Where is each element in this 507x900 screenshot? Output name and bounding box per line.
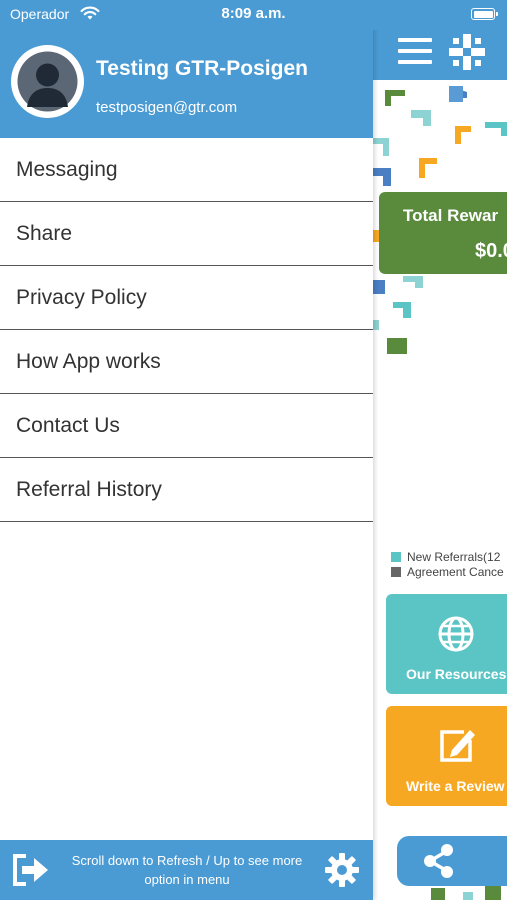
globe-icon	[438, 616, 474, 652]
user-name: Testing GTR-Posigen	[96, 57, 308, 80]
status-bar: Operador 8:09 a.m.	[0, 0, 507, 30]
legend-swatch	[391, 567, 401, 577]
drawer-menu: Messaging Share Privacy Policy How App w…	[0, 138, 373, 522]
share-icon	[424, 844, 453, 878]
menu-item-how-app-works[interactable]: How App works	[0, 330, 373, 394]
total-rewards-title: Total Rewar	[403, 206, 499, 225]
chart-legend: New Referrals(12 Agreement Cance	[391, 550, 504, 580]
menu-item-share[interactable]: Share	[0, 202, 373, 266]
refresh-hint: Scroll down to Refresh / Up to see more …	[52, 851, 322, 889]
logout-icon[interactable]	[12, 854, 50, 886]
drawer-footer: Scroll down to Refresh / Up to see more …	[0, 840, 373, 900]
total-rewards-amount: $0.0	[475, 240, 507, 262]
battery-icon	[471, 8, 498, 20]
legend-item: Agreement Cance	[391, 565, 504, 580]
our-resources-label: Our Resources	[406, 666, 507, 682]
menu-item-messaging[interactable]: Messaging	[0, 138, 373, 202]
refresh-hint-line2: option in menu	[144, 872, 230, 887]
user-email: testposigen@gtr.com	[96, 99, 238, 116]
edit-icon	[440, 730, 475, 762]
total-rewards-card[interactable]: Total Rewar $0.0	[379, 192, 507, 274]
legend-label: New Referrals(12	[407, 550, 501, 564]
legend-label: Agreement Cance	[407, 565, 504, 579]
our-resources-button[interactable]: Our Resources	[386, 594, 507, 694]
legend-swatch	[391, 552, 401, 562]
write-review-label: Write a Review	[406, 778, 505, 794]
write-review-button[interactable]: Write a Review	[386, 706, 507, 806]
menu-item-contact-us[interactable]: Contact Us	[0, 394, 373, 458]
avatar[interactable]	[11, 45, 84, 118]
share-fab-button[interactable]	[397, 836, 507, 886]
navigation-drawer: Testing GTR-Posigen testposigen@gtr.com …	[0, 0, 373, 900]
hamburger-menu-icon[interactable]	[398, 38, 432, 66]
menu-item-referral-history[interactable]: Referral History	[0, 458, 373, 522]
legend-item: New Referrals(12	[391, 550, 504, 565]
background-dashboard: Total Rewar $0.0 New Referrals(12 Agreem…	[373, 0, 507, 900]
clock: 8:09 a.m.	[221, 5, 286, 22]
user-silhouette-icon	[17, 51, 78, 112]
refresh-hint-line1: Scroll down to Refresh / Up to see more	[71, 853, 303, 868]
confetti-decoration-bottom	[431, 886, 501, 900]
gear-icon[interactable]	[324, 852, 360, 888]
collapse-icon[interactable]	[449, 34, 485, 70]
menu-item-privacy-policy[interactable]: Privacy Policy	[0, 266, 373, 330]
